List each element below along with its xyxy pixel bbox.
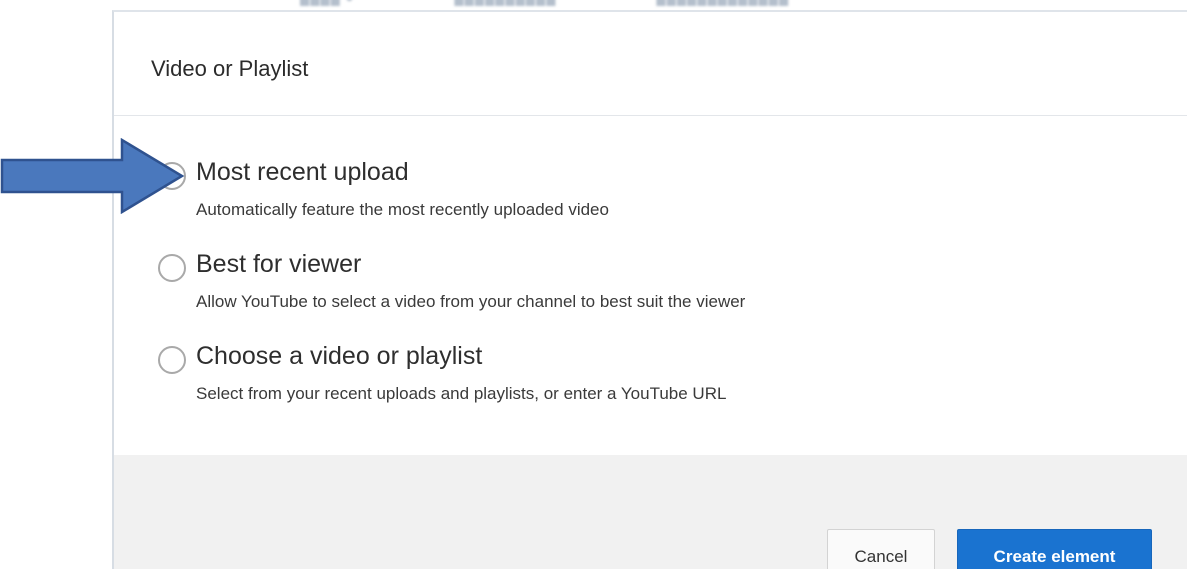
video-or-playlist-dialog: Video or Playlist Most recent upload Aut… [112,10,1187,569]
dialog-title: Video or Playlist [151,56,309,81]
radio-button[interactable] [158,254,186,282]
option-description: Allow YouTube to select a video from you… [196,292,746,311]
option-description: Select from your recent uploads and play… [196,384,727,403]
arrow-right-icon [0,138,185,214]
radio-button[interactable] [158,346,186,374]
option-label[interactable]: Choose a video or playlist [196,342,482,371]
dialog-header: Video or Playlist [114,12,1187,116]
option-label[interactable]: Most recent upload [196,158,409,187]
page: ████ ●███████████████████████ Video or P… [0,0,1187,569]
cancel-button[interactable]: Cancel [827,529,935,569]
dialog-footer: Cancel Create element [114,455,1187,569]
option-label[interactable]: Best for viewer [196,250,361,279]
option-description: Automatically feature the most recently … [196,200,609,219]
create-element-button[interactable]: Create element [957,529,1152,569]
